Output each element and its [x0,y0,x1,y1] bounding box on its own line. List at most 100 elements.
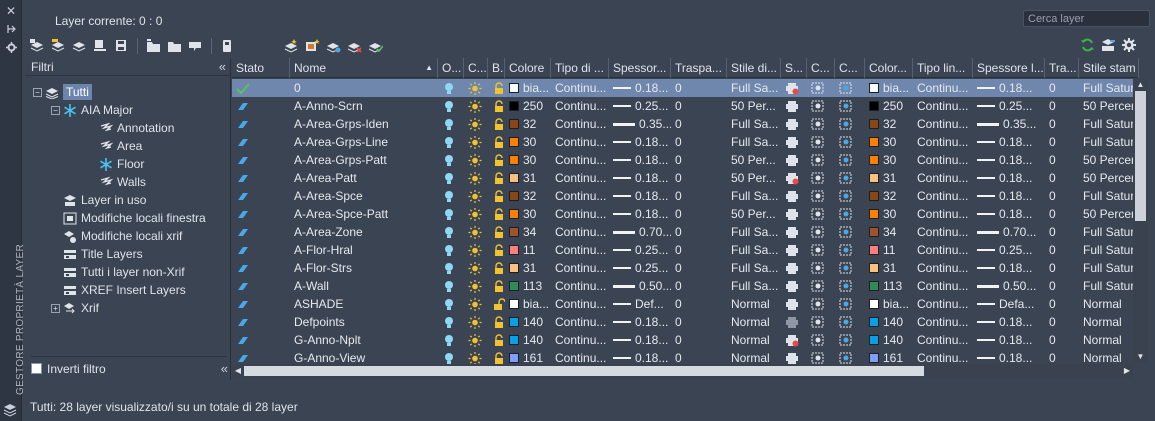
close-icon[interactable]: ✕ [0,2,22,20]
vp-linetype-cell[interactable]: Continu... [913,331,973,349]
vp-freeze-cell[interactable] [835,331,865,349]
freeze-cell[interactable] [464,313,488,331]
vp-plotstyle-cell[interactable]: Normal [1079,313,1139,331]
plotstyle-cell[interactable]: Full Sa... [727,259,781,277]
scroll-up-icon[interactable]: ▲ [1133,79,1148,91]
vp-transparency-cell[interactable]: 0 [1045,313,1079,331]
vp-linetype-cell[interactable]: Continu... [913,295,973,313]
sun-thawed-icon[interactable] [468,153,482,167]
vp-plotstyle-cell[interactable]: 50 Percer [1079,169,1139,187]
vp-color-cell[interactable]: 140 [865,313,913,331]
plot-cell[interactable] [781,79,807,97]
column-plotstyle-header[interactable]: Stile di... [727,58,781,78]
vp-linetype-cell[interactable]: Continu... [913,97,973,115]
layer-name[interactable]: A-Flor-Strs [290,259,438,277]
freeze-cell[interactable] [464,223,488,241]
viewport-freeze-icon[interactable] [811,82,825,95]
layer-status-icon[interactable] [236,118,250,131]
transparency-cell[interactable]: 0 [671,241,727,259]
filter-node[interactable]: Modifiche locali finestra [25,209,231,227]
vp-lineweight-cell[interactable]: 0.25... [973,241,1045,259]
plotstyle-cell[interactable]: 50 Per... [727,205,781,223]
layer-row[interactable]: 0 bia... Continu... 0.18... 0 Full Sa... bia..… [232,79,1139,97]
lock-cell[interactable] [488,259,505,277]
lock-cell[interactable] [488,79,505,97]
layer-name[interactable]: A-Area-Grps-Iden [290,115,438,133]
sun-thawed-icon[interactable] [468,333,482,347]
vp-linetype-cell[interactable]: Continu... [913,151,973,169]
new-viewport-freeze-icon[interactable] [839,118,853,131]
no-plot-printer-icon[interactable] [785,82,799,95]
layer-row[interactable]: A-Area-Grps-Patt 30 Continu... 0.18... 0 50 P… [232,151,1139,169]
new-layer-vp-frozen-icon[interactable] [303,38,321,54]
lineweight-cell[interactable]: 0.18... [609,133,671,151]
linetype-cell[interactable]: Continu... [551,295,609,313]
color-cell[interactable]: 140 [505,313,551,331]
lock-cell[interactable] [488,97,505,115]
vp-freeze-cell[interactable] [835,241,865,259]
vp-color-cell[interactable]: 32 [865,115,913,133]
plotstyle-cell[interactable]: Full Sa... [727,115,781,133]
vp-linetype-cell[interactable]: Continu... [913,313,973,331]
new-vp-freeze-cell[interactable] [807,187,835,205]
sun-thawed-icon[interactable] [468,135,482,149]
vp-plotstyle-cell[interactable]: Full Satur [1079,223,1139,241]
vp-freeze-cell[interactable] [835,277,865,295]
vp-color-cell[interactable]: 31 [865,259,913,277]
freeze-cell[interactable] [464,295,488,313]
filter-node[interactable]: Floor [25,155,231,173]
lineweight-cell[interactable]: 0.18... [609,331,671,349]
scroll-down-icon[interactable]: ▼ [1133,351,1148,363]
transparency-cell[interactable]: 0 [671,79,727,97]
transparency-cell[interactable]: 0 [671,133,727,151]
layer-status-icon[interactable] [236,352,250,365]
layer-name[interactable]: A-Area-Spce-Patt [290,205,438,223]
column-newvp-header[interactable]: C... [807,58,835,78]
transparency-cell[interactable]: 0 [671,331,727,349]
expand-icon[interactable]: + [51,303,60,313]
linetype-cell[interactable]: Continu... [551,205,609,223]
vp-freeze-cell[interactable] [835,313,865,331]
plotstyle-cell[interactable]: Full Sa... [727,133,781,151]
plotstyle-cell[interactable]: Full Sa... [727,187,781,205]
lock-cell[interactable] [488,223,505,241]
search-input[interactable] [1024,11,1155,26]
new-vp-freeze-cell[interactable] [807,151,835,169]
lightbulb-on-icon[interactable] [442,190,456,203]
lineweight-cell[interactable]: 0.18... [609,205,671,223]
vp-transparency-cell[interactable]: 0 [1045,79,1079,97]
lightbulb-on-icon[interactable] [442,316,456,329]
vp-freeze-cell[interactable] [835,295,865,313]
filter-node[interactable]: − AIA Major [25,101,231,119]
new-viewport-freeze-icon[interactable] [839,154,853,167]
lineweight-cell[interactable]: 0.18... [609,313,671,331]
linetype-cell[interactable]: Continu... [551,223,609,241]
linetype-cell[interactable]: Continu... [551,313,609,331]
new-viewport-freeze-icon[interactable] [839,226,853,239]
transparency-cell[interactable]: 0 [671,259,727,277]
vp-linetype-cell[interactable]: Continu... [913,133,973,151]
viewport-freeze-icon[interactable] [811,316,825,329]
vp-color-cell[interactable]: 31 [865,169,913,187]
layer-status-icon[interactable] [236,262,250,275]
layer-status-icon[interactable] [236,226,250,239]
printer-icon[interactable] [785,262,799,275]
lock-icon[interactable] [492,207,505,221]
layer-row[interactable]: A-Wall 113 Continu... 0.50... 0 Full Sa... 113… [232,277,1139,295]
lock-icon[interactable] [492,117,505,131]
layer-name[interactable]: A-Area-Patt [290,169,438,187]
transparency-cell[interactable]: 0 [671,295,727,313]
vp-plotstyle-cell[interactable]: Full Satur [1079,115,1139,133]
plot-cell[interactable] [781,259,807,277]
filter-node[interactable]: Layer in uso [25,191,231,209]
color-cell[interactable]: 250 [505,97,551,115]
linetype-cell[interactable]: Continu... [551,277,609,295]
filter-node[interactable]: Area [25,137,231,155]
printer-icon[interactable] [785,118,799,131]
vp-transparency-cell[interactable]: 0 [1045,115,1079,133]
lock-cell[interactable] [488,115,505,133]
layer-name[interactable]: G-Anno-Nplt [290,331,438,349]
sun-thawed-icon[interactable] [468,279,482,293]
lock-icon[interactable] [492,81,505,95]
transparency-cell[interactable]: 0 [671,277,727,295]
